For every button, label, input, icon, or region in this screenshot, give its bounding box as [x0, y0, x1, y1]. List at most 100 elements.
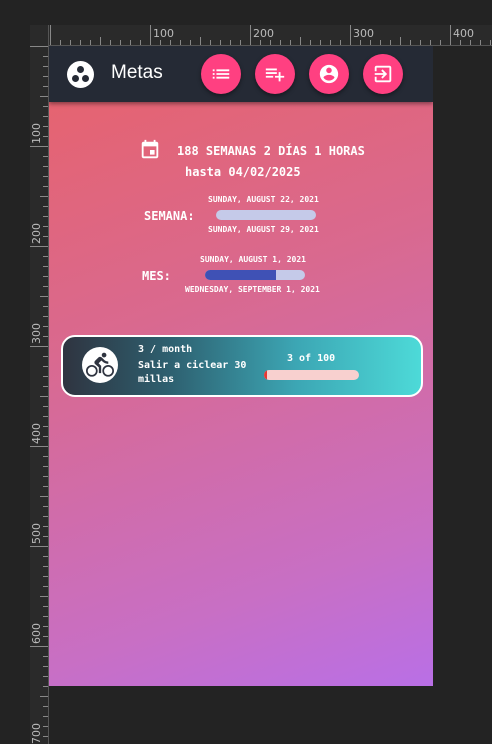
ruler-label: 400	[30, 423, 43, 444]
ruler-tick	[43, 236, 48, 237]
week-label: SEMANA:	[144, 209, 195, 223]
ruler-tick	[150, 25, 151, 45]
ruler-label: 400	[453, 27, 474, 40]
goal-card[interactable]: 3 / month Salir a ciclear 30 millas 3 of…	[61, 335, 423, 397]
ruler-tick	[130, 40, 131, 45]
ruler-tick	[43, 186, 48, 187]
ruler-label: 600	[30, 623, 43, 644]
ruler-tick	[40, 396, 48, 397]
ruler-tick	[120, 40, 121, 45]
ruler-tick	[40, 296, 48, 297]
profile-button[interactable]	[309, 54, 349, 94]
ruler-tick	[43, 126, 48, 127]
ruler-tick	[43, 466, 48, 467]
vertical-ruler: 100 200 300 400 500 600 700	[30, 25, 49, 744]
ruler-tick	[470, 40, 471, 45]
ruler-tick	[43, 486, 48, 487]
ruler-tick	[43, 266, 48, 267]
logout-button[interactable]	[363, 54, 403, 94]
ruler-tick	[250, 25, 251, 45]
ruler-tick	[43, 586, 48, 587]
ruler-tick	[40, 696, 48, 697]
ruler-tick	[40, 96, 48, 97]
ruler-label: 700	[30, 723, 43, 744]
week-start-date: SUNDAY, AUGUST 22, 2021	[208, 195, 319, 204]
goal-icon-badge	[82, 347, 118, 383]
ruler-tick	[290, 40, 291, 45]
ruler-tick	[43, 556, 48, 557]
ruler-tick	[400, 37, 401, 45]
ruler-tick	[43, 356, 48, 357]
countdown-remaining: 188 SEMANAS 2 DÍAS 1 HORAS	[177, 144, 365, 158]
countdown-deadline: hasta 04/02/2025	[185, 165, 301, 179]
ruler-tick	[360, 40, 361, 45]
list-icon	[212, 69, 230, 79]
app-bar: Metas	[49, 46, 433, 102]
ruler-tick	[43, 176, 48, 177]
ruler-tick	[43, 286, 48, 287]
ruler-tick	[420, 40, 421, 45]
ruler-tick	[40, 596, 48, 597]
ruler-tick	[30, 46, 48, 47]
ruler-tick	[43, 56, 48, 57]
ruler-tick	[30, 546, 48, 547]
ruler-tick	[43, 136, 48, 137]
ruler-tick	[43, 676, 48, 677]
ruler-tick	[43, 736, 48, 737]
month-progress-bar	[205, 270, 305, 280]
ruler-tick	[30, 146, 48, 147]
ruler-tick	[280, 40, 281, 45]
ruler-label: 200	[253, 27, 274, 40]
ruler-tick	[430, 40, 431, 45]
ruler-label: 300	[353, 27, 374, 40]
ruler-tick	[43, 66, 48, 67]
ruler-tick	[43, 156, 48, 157]
ruler-tick	[270, 40, 271, 45]
ruler-tick	[140, 40, 141, 45]
ruler-label: 500	[30, 523, 43, 544]
ruler-tick	[80, 40, 81, 45]
month-label: MES:	[142, 269, 171, 283]
ruler-tick	[43, 606, 48, 607]
ruler-tick	[170, 40, 171, 45]
ruler-tick	[43, 206, 48, 207]
ruler-tick	[43, 306, 48, 307]
ruler-tick	[43, 686, 48, 687]
ruler-tick	[43, 386, 48, 387]
ruler-tick	[210, 40, 211, 45]
ruler-tick	[300, 37, 301, 45]
ruler-tick	[43, 256, 48, 257]
ruler-tick	[100, 37, 101, 45]
ruler-tick	[43, 426, 48, 427]
ruler-tick	[410, 40, 411, 45]
ruler-tick	[43, 366, 48, 367]
month-start-date: SUNDAY, AUGUST 1, 2021	[200, 255, 306, 264]
ruler-tick	[460, 40, 461, 45]
goal-progress-count: 3 of 100	[287, 353, 336, 364]
ruler-tick	[43, 316, 48, 317]
ruler-tick	[43, 106, 48, 107]
ruler-tick	[43, 336, 48, 337]
ruler-tick	[43, 76, 48, 77]
ruler-tick	[43, 506, 48, 507]
ruler-label: 100	[153, 27, 174, 40]
ruler-tick	[490, 40, 491, 45]
ruler-tick	[110, 40, 111, 45]
ruler-tick	[30, 246, 48, 247]
ruler-tick	[190, 40, 191, 45]
ruler-tick	[43, 516, 48, 517]
ruler-tick	[43, 376, 48, 377]
ruler-tick	[50, 25, 51, 45]
week-progress-bar	[216, 210, 316, 220]
ruler-tick	[43, 326, 48, 327]
ruler-tick	[240, 40, 241, 45]
calendar-icon	[141, 139, 159, 159]
ruler-tick	[370, 40, 371, 45]
goals-list-button[interactable]	[201, 54, 241, 94]
ruler-tick	[220, 40, 221, 45]
goal-progress-fill	[264, 370, 267, 380]
ruler-tick	[380, 40, 381, 45]
ruler-tick	[40, 196, 48, 197]
goal-frequency: 3 / month	[138, 344, 193, 355]
add-goal-button[interactable]	[255, 54, 295, 94]
